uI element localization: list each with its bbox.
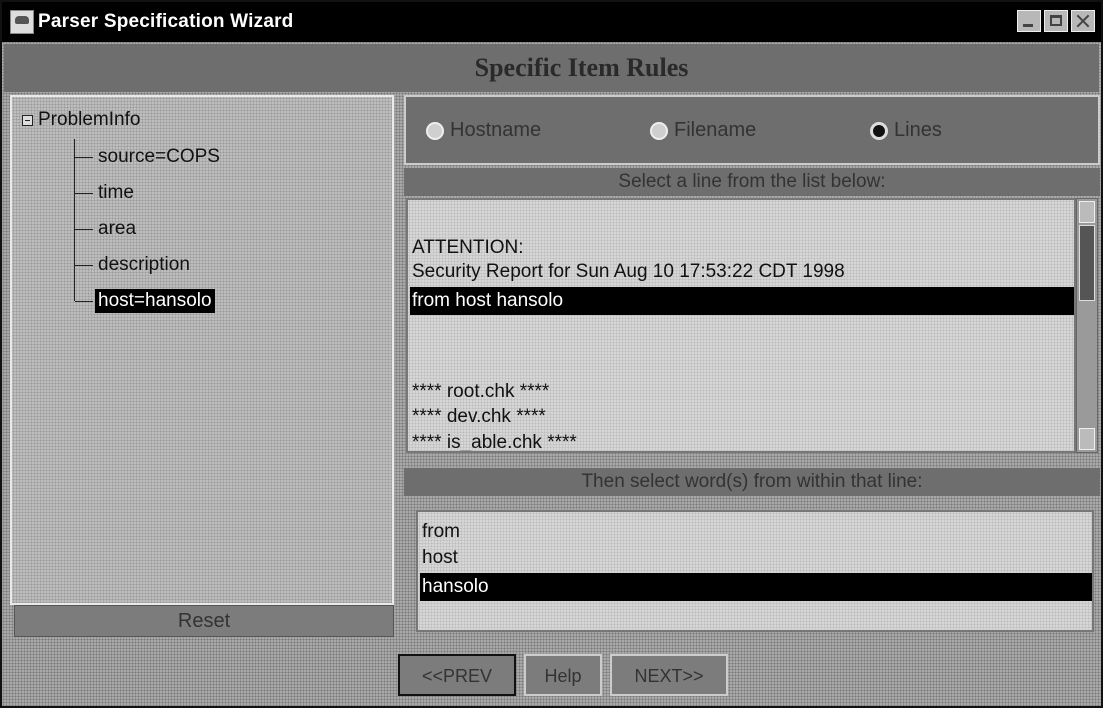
list-item[interactable]: from — [420, 518, 1092, 546]
list-item[interactable]: **** is_able.chk **** — [410, 429, 1074, 451]
tree-item-label: description — [98, 254, 190, 275]
radio-label: Hostname — [450, 119, 542, 141]
list-item[interactable] — [410, 202, 1074, 230]
tree-item-label: time — [98, 182, 134, 203]
reset-button[interactable]: Reset — [14, 605, 394, 637]
match-type-radio-group: Hostname Filename Lines — [404, 95, 1100, 165]
window-title: Parser Specification Wizard — [38, 11, 294, 32]
radio-label: Lines — [894, 119, 942, 141]
help-button[interactable]: Help — [524, 654, 602, 696]
item-tree: ProblemInfo source=COPS time area descri… — [10, 95, 394, 605]
title-bar: Parser Specification Wizard — [2, 2, 1101, 42]
tree-item[interactable]: source=COPS — [75, 145, 223, 169]
words-list[interactable]: from host hansolo — [416, 510, 1094, 632]
wizard-window: Parser Specification Wizard Specific Ite… — [0, 0, 1103, 708]
tree-root-label: ProblemInfo — [38, 109, 141, 130]
tree-root[interactable]: ProblemInfo — [22, 109, 140, 131]
section-header: Specific Item Rules — [4, 44, 1099, 92]
maximize-icon[interactable] — [1044, 10, 1068, 32]
tree-item-label: source=COPS — [98, 146, 220, 167]
tree-branch — [75, 228, 93, 230]
radio-button[interactable] — [426, 121, 444, 140]
prev-button[interactable]: <<PREV — [398, 654, 516, 696]
scroll-down-icon[interactable] — [1079, 428, 1095, 450]
tree-item-selected[interactable]: host=hansolo — [75, 289, 215, 313]
list-item[interactable]: **** root.chk **** — [410, 378, 1074, 406]
tree-item-label: host=hansolo — [95, 289, 215, 313]
lines-prompt: Select a line from the list below: — [404, 168, 1100, 196]
list-item[interactable]: host — [420, 544, 1092, 572]
next-button[interactable]: NEXT>> — [610, 654, 728, 696]
radio-button[interactable] — [870, 121, 888, 140]
scroll-up-icon[interactable] — [1079, 201, 1095, 223]
app-icon — [10, 10, 34, 34]
radio-hostname[interactable]: Hostname — [426, 119, 541, 142]
lines-list[interactable]: ATTENTION: Security Report for Sun Aug 1… — [406, 198, 1076, 453]
list-item[interactable] — [410, 343, 1074, 371]
radio-filename[interactable]: Filename — [650, 119, 756, 142]
words-prompt: Then select word(s) from within that lin… — [404, 468, 1100, 496]
scroll-thumb[interactable] — [1079, 225, 1095, 301]
radio-label: Filename — [674, 119, 757, 141]
minimize-icon[interactable] — [1017, 10, 1041, 32]
lines-scrollbar[interactable] — [1076, 198, 1098, 453]
tree-branch — [75, 192, 93, 194]
tree-item[interactable]: description — [75, 253, 193, 277]
collapse-icon[interactable] — [22, 114, 33, 126]
list-item[interactable]: **** dev.chk **** — [410, 403, 1074, 431]
radio-button[interactable] — [650, 121, 668, 140]
list-item-selected[interactable]: hansolo — [420, 573, 1092, 601]
window-controls — [1017, 10, 1095, 32]
tree-item[interactable]: time — [75, 181, 137, 205]
close-icon[interactable] — [1071, 10, 1095, 32]
tree-item-label: area — [98, 218, 137, 239]
list-item[interactable] — [410, 315, 1074, 343]
tree-branch — [75, 300, 93, 302]
list-item-selected[interactable]: from host hansolo — [410, 287, 1074, 315]
tree-item[interactable]: area — [75, 217, 139, 241]
tree-branch — [75, 264, 93, 266]
radio-lines[interactable]: Lines — [870, 119, 942, 142]
tree-branch — [75, 156, 93, 158]
page-title: Specific Item Rules — [474, 53, 689, 82]
list-item[interactable]: Security Report for Sun Aug 10 17:53:22 … — [410, 258, 1074, 286]
